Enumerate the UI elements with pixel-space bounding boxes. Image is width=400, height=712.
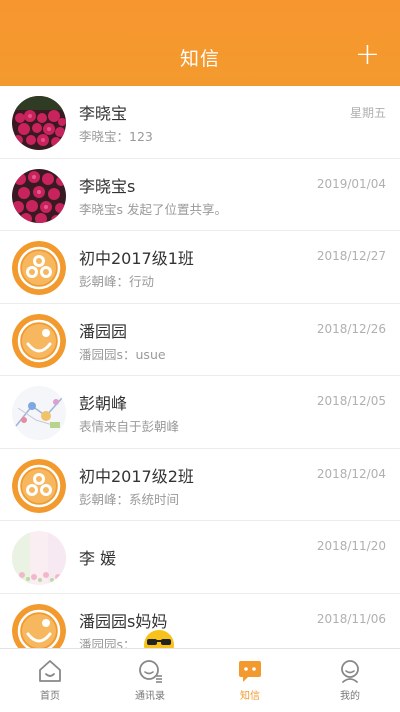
conversation-time: 2018/12/26: [316, 321, 386, 336]
tab-label: 我的: [340, 691, 360, 702]
conversation-row[interactable]: 李晓宝 李晓宝：123 星期五: [0, 86, 400, 159]
tab-label: 首页: [40, 691, 60, 702]
conversation-row[interactable]: 潘园园 潘园园s：usue 2018/12/26: [0, 303, 400, 376]
home-icon: [39, 660, 61, 682]
group-icon: [12, 241, 66, 295]
conversation-preview: 彭朝峰：行动: [79, 274, 155, 289]
conversation-preview: 潘园园s：: [79, 636, 136, 649]
conversation-row[interactable]: 潘园园s妈妈 潘园园s： 2018/11/06: [0, 593, 400, 649]
conversation-preview: 潘园园s：usue: [79, 346, 166, 362]
conversation-list: 李晓宝 李晓宝：123 星期五 李晓宝s 李晓宝s 发起了位置共享。 2019/…: [0, 86, 400, 648]
tab-label: 通讯录: [135, 691, 165, 702]
conversation-time: 2018/12/27: [316, 249, 386, 263]
conversation-preview: 表情来自于彭朝峰: [79, 419, 180, 434]
pastel-avatar: [12, 531, 66, 585]
profile-icon: [341, 660, 359, 683]
tab-profile[interactable]: 我的: [300, 649, 400, 712]
tab-contacts[interactable]: 通讯录: [100, 649, 200, 712]
sketch-avatar: [12, 386, 66, 440]
chat-icon: [239, 661, 261, 682]
conversation-name: 初中2017级1班: [79, 249, 194, 268]
tab-messages[interactable]: 知信: [200, 649, 300, 712]
flower-avatar: [12, 96, 66, 150]
app-header: 知信 +: [0, 0, 400, 86]
conversation-row[interactable]: 初中2017级2班 彭朝峰：系统时间 2018/12/04: [0, 448, 400, 521]
conversation-name: 李晓宝s: [79, 176, 136, 196]
conversation-name: 初中2017级2班: [79, 466, 194, 486]
conversation-name: 彭朝峰: [79, 394, 128, 413]
contacts-icon: [139, 660, 162, 683]
conversation-name: 李 媛: [79, 549, 117, 568]
conversation-time: 星期五: [349, 106, 386, 120]
conversation-row[interactable]: 彭朝峰 表情来自于彭朝峰 2018/12/05: [0, 376, 400, 449]
conversation-name: 潘园园: [79, 321, 128, 341]
group-icon: [12, 458, 66, 513]
conversation-preview: 彭朝峰：系统时间: [79, 491, 180, 507]
sunglasses-emoji-icon: [142, 628, 176, 648]
conversation-time: 2018/12/05: [316, 394, 386, 408]
conversation-time: 2019/01/04: [316, 176, 386, 191]
plus-icon[interactable]: +: [355, 40, 380, 70]
conversation-preview: 李晓宝：123: [79, 129, 153, 144]
conversation-row[interactable]: 初中2017级1班 彭朝峰：行动 2018/12/27: [0, 231, 400, 304]
bottom-tab-bar: 首页 通讯录 知信 我的: [0, 648, 400, 712]
conversation-name: 李晓宝: [79, 104, 128, 123]
conversation-row[interactable]: 李晓宝s 李晓宝s 发起了位置共享。 2019/01/04: [0, 158, 400, 231]
conversation-preview: 李晓宝s 发起了位置共享。: [79, 201, 227, 217]
conversation-row[interactable]: 李 媛 2018/11/20: [0, 521, 400, 594]
tab-label: 知信: [240, 691, 260, 702]
conversation-time: 2018/11/20: [316, 539, 386, 553]
page-title: 知信: [179, 48, 220, 70]
conversation-time: 2018/12/04: [316, 466, 386, 481]
tab-home[interactable]: 首页: [0, 649, 100, 712]
conversation-time: 2018/11/06: [316, 611, 386, 626]
smile-icon: [12, 313, 66, 368]
flower-avatar: [12, 168, 66, 223]
smile-icon: [12, 603, 66, 648]
